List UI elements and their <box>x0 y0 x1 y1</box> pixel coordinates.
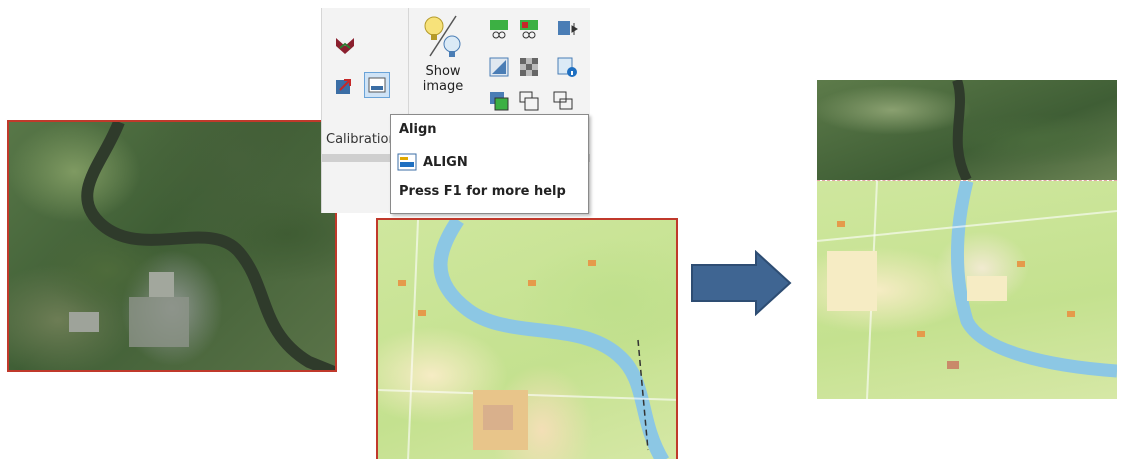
align-button[interactable] <box>364 72 390 98</box>
show-image-label-line1: Show <box>425 64 461 79</box>
tooltip-command-row: ALIGN <box>397 153 468 171</box>
send-back-icon <box>519 91 539 111</box>
align-icon <box>397 153 417 171</box>
send-back-button[interactable] <box>516 88 542 114</box>
bring-front-icon <box>490 92 509 111</box>
adjust-button[interactable] <box>486 54 512 80</box>
transparency-button[interactable] <box>516 54 542 80</box>
align-tooltip: Align ALIGN Press F1 for more help <box>390 114 589 214</box>
clip-button[interactable] <box>486 16 512 42</box>
transparency-icon <box>520 58 538 76</box>
satellite-image <box>7 120 337 372</box>
arrange-button[interactable] <box>550 88 576 114</box>
ribbon-group-label: Calibration <box>326 132 397 147</box>
satellite-river <box>69 122 335 370</box>
map-image <box>376 218 678 459</box>
calibrate-button[interactable] <box>332 32 358 58</box>
result-map <box>817 181 1117 399</box>
insert-icon <box>336 79 351 94</box>
bring-front-button[interactable] <box>486 88 512 114</box>
image-info-icon <box>557 57 577 77</box>
insert-image-button[interactable] <box>332 72 358 98</box>
right-arrow-icon <box>691 250 792 316</box>
arrange-icon <box>553 91 573 110</box>
show-image-icon <box>424 15 461 57</box>
clip-icon <box>490 20 508 39</box>
map-river <box>378 220 676 459</box>
align-icon <box>368 77 386 93</box>
calibrate-icon <box>336 38 354 54</box>
move-image-icon <box>558 21 578 35</box>
result-satellite-strip <box>817 80 1117 180</box>
tooltip-help-text: Press F1 for more help <box>399 184 566 199</box>
result-map-river <box>817 181 1117 399</box>
tooltip-title: Align <box>399 122 437 137</box>
adjust-icon <box>489 57 509 77</box>
clip-polygon-button[interactable] <box>516 16 542 42</box>
tooltip-command: ALIGN <box>423 154 468 170</box>
clip-polygon-icon <box>520 20 538 39</box>
move-image-button[interactable] <box>554 16 580 42</box>
image-info-button[interactable] <box>554 54 580 80</box>
result-satellite-river <box>952 80 972 180</box>
show-image-label-line2: image <box>422 79 464 94</box>
show-image-button[interactable]: Show image <box>418 12 468 116</box>
